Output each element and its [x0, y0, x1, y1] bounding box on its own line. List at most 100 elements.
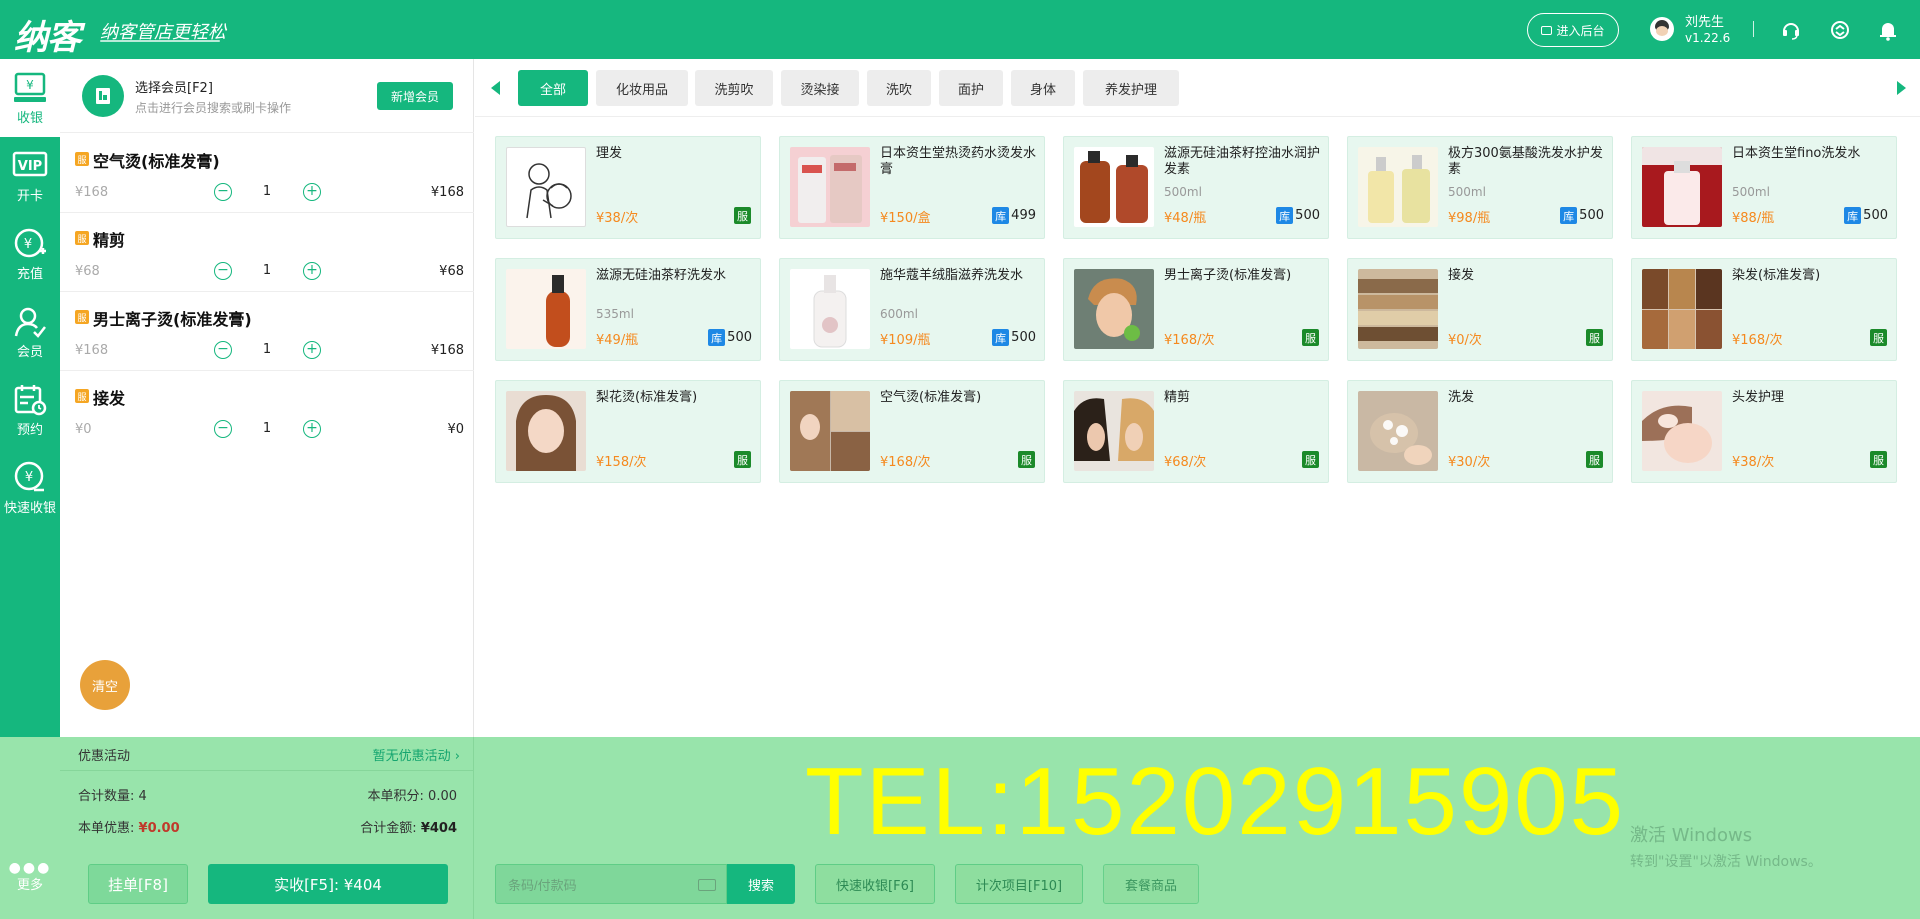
cart-item-qty[interactable]: 1 — [260, 421, 274, 436]
barcode-field[interactable] — [495, 864, 727, 904]
nav-item-quick-cashier[interactable]: ¥ 快速收银 — [0, 449, 60, 527]
product-name: 滋源无硅油茶籽控油水润护发素 — [1164, 146, 1321, 177]
product-card[interactable]: 洗发 ¥30/次 服 — [1347, 380, 1613, 483]
checkout-button[interactable]: 实收[F5]: ¥404 — [208, 864, 448, 904]
slogan-underline — [100, 40, 220, 42]
quick-cashier-button[interactable]: 快速收银[F6] — [815, 864, 935, 904]
product-card[interactable]: 空气烫(标准发膏) ¥168/次 服 — [779, 380, 1045, 483]
tab-perm-dye[interactable]: 烫染接 — [781, 70, 859, 106]
nav-more-label: 更多 — [16, 878, 43, 893]
product-name: 极方300氨基酸洗发水护发素 — [1448, 146, 1603, 177]
product-card[interactable]: 极方300氨基酸洗发水护发素 500ml ¥98/瓶 库 500 — [1347, 136, 1613, 239]
scroll-right-icon[interactable] — [1897, 81, 1906, 95]
product-card[interactable]: 滋源无硅油茶籽控油水润护发素 500ml ¥48/瓶 库 500 — [1063, 136, 1329, 239]
bell-icon[interactable] — [1877, 19, 1899, 41]
qty-decrease-button[interactable]: − — [214, 341, 232, 359]
nav-item-cashier[interactable]: ¥ 收银 — [0, 59, 60, 137]
tab-cosmetics[interactable]: 化妆用品 — [596, 70, 688, 106]
cart-item[interactable]: 服 精剪 ¥68 − 1 + ¥68 — [60, 213, 474, 292]
product-card[interactable]: 梨花烫(标准发膏) ¥158/次 服 — [495, 380, 761, 483]
barcode-input[interactable] — [508, 875, 688, 895]
stock-indicator: 库 500 — [1560, 207, 1604, 224]
service-badge: 服 — [1870, 329, 1887, 346]
quick-cashier-icon: ¥ — [14, 461, 44, 491]
stock-indicator: 库 500 — [1276, 207, 1320, 224]
nav-item-open-card[interactable]: VIP 开卡 — [0, 137, 60, 215]
product-name: 头发护理 — [1732, 390, 1785, 405]
product-card[interactable]: 接发 ¥0/次 服 — [1347, 258, 1613, 361]
headset-icon[interactable] — [1780, 19, 1802, 41]
order-amount-label: 合计金额: — [360, 821, 417, 836]
tab-all[interactable]: 全部 — [518, 70, 588, 106]
qty-increase-button[interactable]: + — [303, 420, 321, 438]
product-image — [1642, 391, 1722, 471]
cart-item-qty[interactable]: 1 — [260, 263, 274, 278]
count-items-button[interactable]: 计次项目[F10] — [955, 864, 1083, 904]
add-member-button[interactable]: 新增会员 — [377, 82, 453, 110]
clear-cart-button[interactable]: 清空 — [80, 660, 130, 710]
nav-label: 会员 — [16, 344, 43, 360]
service-badge: 服 — [734, 451, 751, 468]
product-card[interactable]: 男士离子烫(标准发膏) ¥168/次 服 — [1063, 258, 1329, 361]
product-card[interactable]: 染发(标准发膏) ¥168/次 服 — [1631, 258, 1897, 361]
cart-item[interactable]: 服 男士离子烫(标准发膏) ¥168 − 1 + ¥168 — [60, 292, 474, 371]
product-card[interactable]: 日本资生堂热烫药水烫发水膏 ¥150/盒 库 499 — [779, 136, 1045, 239]
recharge-icon: ¥ — [14, 228, 46, 257]
member-select-bar[interactable]: 选择会员[F2] 点击进行会员搜索或刷卡操作 新增会员 — [60, 59, 474, 133]
nav-more[interactable]: ●●● 更多 — [0, 861, 60, 893]
promo-value[interactable]: 暂无优惠活动 › — [373, 745, 460, 764]
user-name[interactable]: 刘先生 — [1685, 11, 1724, 30]
scroll-left-icon[interactable] — [491, 81, 500, 95]
qty-increase-button[interactable]: + — [303, 341, 321, 359]
nav-item-appointment[interactable]: 预约 — [0, 371, 60, 449]
tab-facial[interactable]: 面护 — [939, 70, 1003, 106]
cart-item-qty[interactable]: 1 — [260, 342, 274, 357]
product-card[interactable]: 日本资生堂fino洗发水 500ml ¥88/瓶 库 500 — [1631, 136, 1897, 239]
member-select-hint: 点击进行会员搜索或刷卡操作 — [135, 101, 292, 115]
refresh-icon[interactable] — [1829, 19, 1851, 41]
order-summary: 优惠活动 暂无优惠活动 › 合计数量: 4 本单积分: 0.00 本单优惠: ¥… — [60, 737, 474, 919]
svg-text:VIP: VIP — [18, 159, 42, 174]
order-discount-label: 本单优惠: — [78, 821, 135, 836]
nav-item-recharge[interactable]: ¥ 充值 — [0, 215, 60, 293]
product-spec: 500ml — [1164, 185, 1202, 199]
qty-increase-button[interactable]: + — [303, 183, 321, 201]
product-image — [1358, 269, 1438, 349]
stock-badge: 库 — [992, 329, 1010, 346]
qty-decrease-button[interactable]: − — [214, 420, 232, 438]
qty-decrease-button[interactable]: − — [214, 183, 232, 201]
product-card[interactable]: 精剪 ¥68/次 服 — [1063, 380, 1329, 483]
qty-increase-button[interactable]: + — [303, 262, 321, 280]
order-points: 本单积分: 0.00 — [368, 785, 457, 804]
product-card[interactable]: 施华蔻羊绒脂滋养洗发水 600ml ¥109/瓶 库 500 — [779, 258, 1045, 361]
nav-label: 开卡 — [16, 188, 43, 204]
nav-label: 收银 — [16, 110, 43, 126]
product-price: ¥38/次 — [596, 211, 639, 226]
promo-row[interactable]: 优惠活动 暂无优惠活动 › — [60, 737, 474, 771]
cart-item[interactable]: 服 空气烫(标准发膏) ¥168 − 1 + ¥168 — [60, 134, 474, 213]
product-card[interactable]: 滋源无硅油茶籽洗发水 535ml ¥49/瓶 库 500 — [495, 258, 761, 361]
cart-item-qty[interactable]: 1 — [260, 184, 274, 199]
tab-wash-blow[interactable]: 洗吹 — [867, 70, 931, 106]
tab-body[interactable]: 身体 — [1011, 70, 1075, 106]
tab-hair-care[interactable]: 养发护理 — [1083, 70, 1179, 106]
hold-order-button[interactable]: 挂单[F8] — [88, 864, 188, 904]
keyboard-icon[interactable] — [698, 879, 716, 891]
nav-item-member[interactable]: 会员 — [0, 293, 60, 371]
qty-decrease-button[interactable]: − — [214, 262, 232, 280]
product-name: 男士离子烫(标准发膏) — [1164, 268, 1292, 283]
tab-wash-cut-blow[interactable]: 洗剪吹 — [695, 70, 773, 106]
cart-item[interactable]: 服 接发 ¥0 − 1 + ¥0 — [60, 371, 474, 450]
svg-text:¥: ¥ — [24, 237, 32, 252]
admin-button[interactable]: 进入后台 — [1527, 13, 1619, 47]
search-button[interactable]: 搜索 — [727, 864, 795, 904]
package-items-button[interactable]: 套餐商品 — [1103, 864, 1199, 904]
service-badge: 服 — [1586, 451, 1603, 468]
cart-item-price: ¥0 — [75, 422, 92, 437]
avatar[interactable] — [1650, 17, 1674, 41]
service-badge: 服 — [1018, 451, 1035, 468]
product-card[interactable]: 头发护理 ¥38/次 服 — [1631, 380, 1897, 483]
cashier-icon: ¥ — [14, 72, 46, 102]
product-card[interactable]: 理发 ¥38/次 服 — [495, 136, 761, 239]
stock-count: 500 — [1011, 330, 1036, 345]
